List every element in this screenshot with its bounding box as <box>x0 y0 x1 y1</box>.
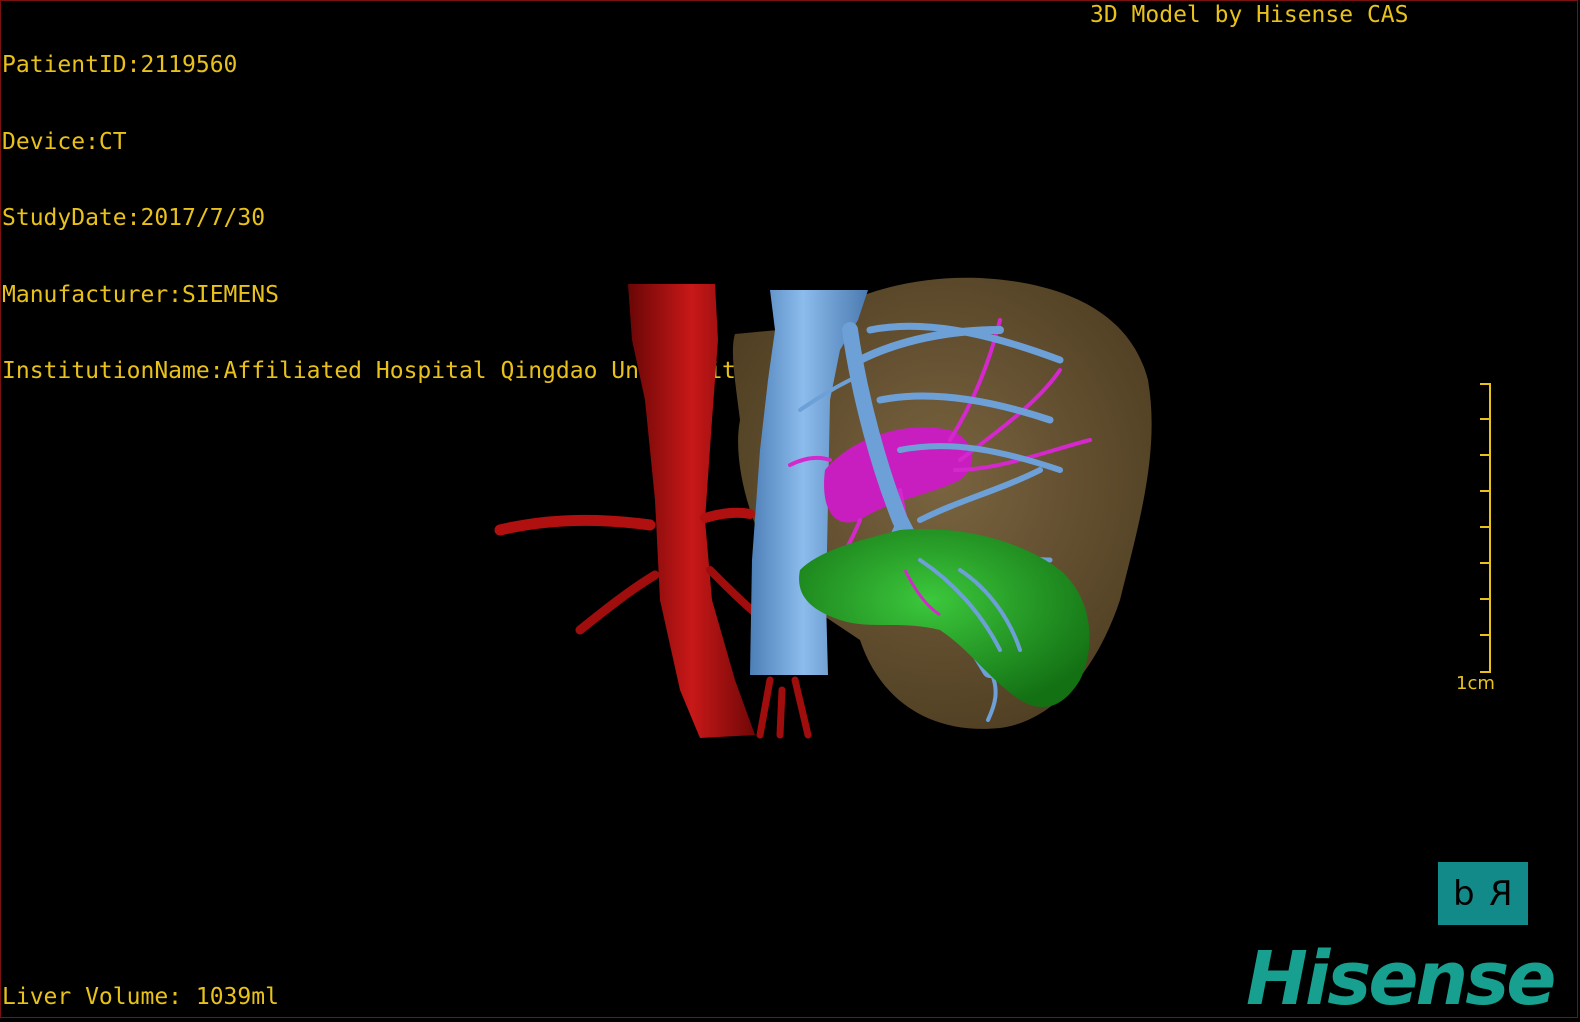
orientation-right-letter: R <box>1488 873 1513 914</box>
renal-artery-left <box>494 514 656 536</box>
3d-liver-model-viewport[interactable] <box>0 0 1580 1020</box>
hisense-logo: Hisense <box>1246 936 1556 1022</box>
iliac-branch-a <box>575 570 660 635</box>
orientation-left-letter: d <box>1453 873 1475 914</box>
scale-bar-label: 1cm <box>1456 673 1495 694</box>
lower-branches <box>756 676 812 739</box>
scale-bar <box>1480 383 1491 673</box>
orientation-cube-button[interactable]: d R <box>1438 862 1528 925</box>
renal-artery-right <box>700 507 755 523</box>
liver-volume-text: Liver Volume: 1039ml <box>2 984 279 1010</box>
